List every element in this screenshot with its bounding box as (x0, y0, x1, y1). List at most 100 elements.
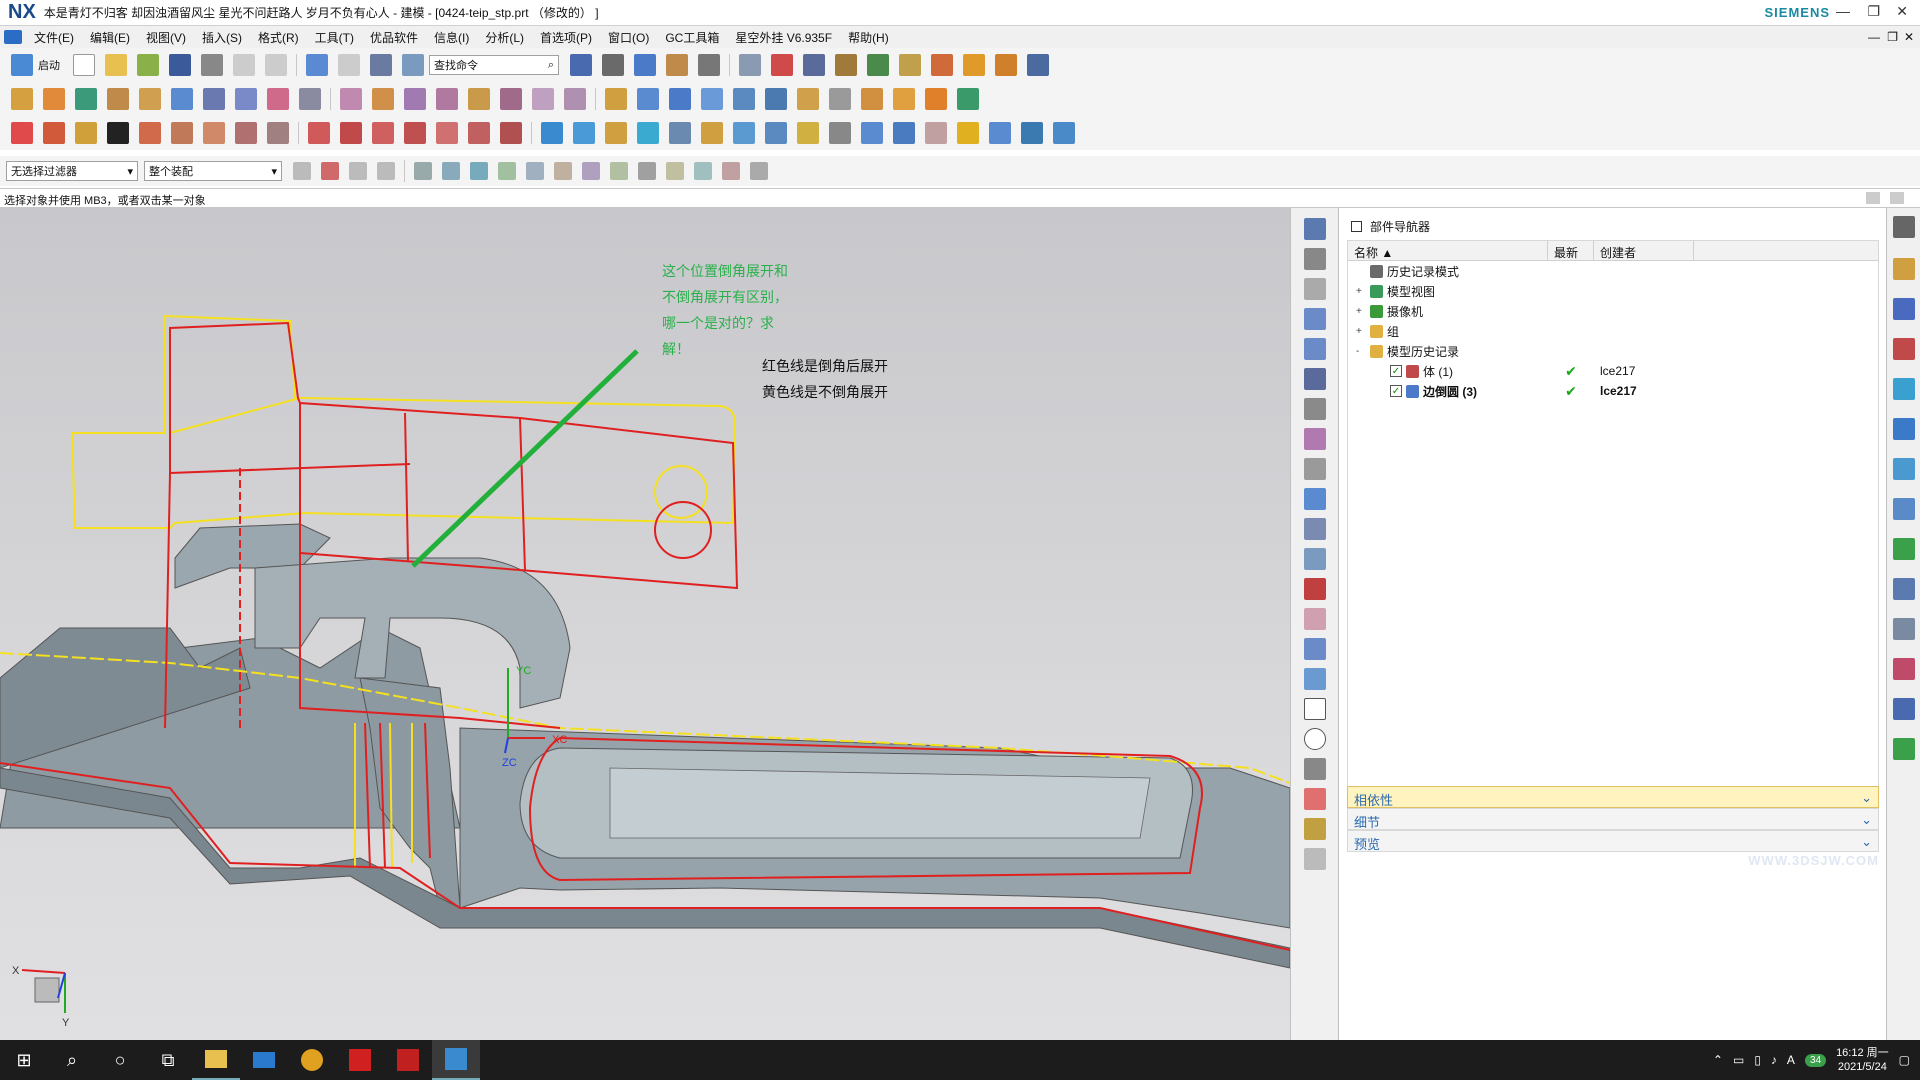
menu-edit[interactable]: 编辑(E) (82, 29, 138, 46)
process-studio-icon[interactable] (1893, 578, 1915, 600)
hd3d-icon[interactable] (1893, 418, 1915, 440)
abs-label-icon[interactable] (765, 122, 787, 144)
menu-analysis[interactable]: 分析(L) (477, 29, 532, 46)
section-view-icon[interactable] (1304, 608, 1326, 630)
autocad-icon[interactable] (384, 1040, 432, 1080)
replace-face-icon[interactable] (893, 88, 915, 110)
face-blend-icon[interactable] (797, 88, 819, 110)
menu-window[interactable]: 窗口(O) (600, 29, 657, 46)
face-select-icon[interactable] (470, 162, 488, 180)
offset-curve-icon[interactable] (203, 122, 225, 144)
measure-body-icon[interactable] (899, 54, 921, 76)
right-view-icon[interactable] (1304, 548, 1326, 570)
render-style-icon[interactable] (602, 54, 624, 76)
erase-icon[interactable] (1304, 848, 1326, 870)
analysis-icon[interactable] (835, 54, 857, 76)
brush-icon[interactable] (1021, 122, 1043, 144)
front-view-icon[interactable] (1304, 518, 1326, 540)
language-indicator[interactable]: A (1787, 1053, 1795, 1067)
shell-icon[interactable] (669, 88, 691, 110)
visibility-checkbox[interactable]: ✓ (1390, 385, 1402, 397)
forward-arrow-icon[interactable] (1304, 338, 1326, 360)
spline-icon[interactable] (139, 122, 161, 144)
windows-start-icon[interactable]: ⊞ (0, 1040, 48, 1080)
curve-length-icon[interactable] (404, 122, 426, 144)
menu-tools[interactable]: 工具(T) (307, 29, 362, 46)
start-icon[interactable] (11, 54, 33, 76)
doc-close-button[interactable]: ✕ (1904, 30, 1914, 44)
select-tool-icon[interactable] (377, 162, 395, 180)
open-folder-icon[interactable] (105, 54, 127, 76)
snap-quadrant-icon[interactable] (638, 162, 656, 180)
menu-gc-toolbox[interactable]: GC工具箱 (657, 29, 727, 46)
edge-blend-icon[interactable] (605, 88, 627, 110)
open-recent-icon[interactable] (137, 54, 159, 76)
measure-distance-icon[interactable] (803, 54, 825, 76)
extract-curve-icon[interactable] (468, 122, 490, 144)
close-button[interactable]: ✕ (1896, 3, 1908, 20)
app-menu-icon[interactable] (4, 30, 22, 44)
doc-minimize-button[interactable]: — (1868, 30, 1880, 44)
teamcenter-icon[interactable] (1893, 738, 1915, 760)
view-select-icon[interactable] (750, 162, 768, 180)
save-icon[interactable] (169, 54, 191, 76)
wireframe-icon[interactable] (1304, 458, 1326, 480)
emboss-icon[interactable] (925, 88, 947, 110)
body-from-surface-icon[interactable] (701, 122, 723, 144)
tree-row[interactable]: + 组 (1348, 321, 1878, 341)
snap-view-icon[interactable] (1304, 818, 1326, 840)
snap-icon[interactable] (771, 54, 793, 76)
snap-center-icon[interactable] (610, 162, 628, 180)
tree-row[interactable]: + 摄像机 (1348, 301, 1878, 321)
tree-row[interactable]: + 模型视图 (1348, 281, 1878, 301)
subtract-icon[interactable] (372, 88, 394, 110)
tree-row[interactable]: - 模型历史记录 (1348, 341, 1878, 361)
restore-button[interactable]: ❐ (1867, 3, 1880, 20)
view-layers-icon[interactable] (1304, 278, 1326, 300)
deselect-icon[interactable] (349, 162, 367, 180)
trim-curve-icon[interactable] (308, 122, 330, 144)
pocket-icon[interactable] (139, 88, 161, 110)
menu-format[interactable]: 格式(R) (250, 29, 307, 46)
volume-icon[interactable]: ♪ (1771, 1053, 1777, 1067)
intersect-curve-icon[interactable] (267, 122, 289, 144)
grid-icon[interactable] (925, 122, 947, 144)
network-icon[interactable]: ▭ (1733, 1053, 1744, 1067)
studio-icon[interactable] (797, 122, 819, 144)
battery-icon[interactable]: ▯ (1754, 1053, 1761, 1067)
panel-dependencies[interactable]: 相依性 ⌄ (1347, 786, 1879, 808)
chamfer-icon[interactable] (637, 88, 659, 110)
book-icon[interactable] (1027, 54, 1049, 76)
point-icon[interactable] (957, 122, 979, 144)
snap-endpoint-icon[interactable] (498, 162, 516, 180)
view-cross-icon[interactable] (1304, 248, 1326, 270)
clip-view-icon[interactable] (1304, 638, 1326, 660)
mirror-icon[interactable] (299, 88, 321, 110)
history-icon[interactable] (1893, 498, 1915, 520)
extrude-icon[interactable] (11, 88, 33, 110)
unite-icon[interactable] (340, 88, 362, 110)
view-fit-all-icon[interactable] (1304, 668, 1326, 690)
helix-icon[interactable] (171, 122, 193, 144)
model-view[interactable]: YC XC ZC X Y (0, 208, 1290, 1040)
column-header-creator[interactable]: 创建者 (1594, 241, 1694, 260)
expand-icon[interactable]: + (1356, 306, 1366, 317)
join-curve-icon[interactable] (436, 122, 458, 144)
menu-plugin[interactable]: 星空外挂 V6.935F (727, 29, 840, 46)
snap-on-face-icon[interactable] (722, 162, 740, 180)
snap-midpoint-icon[interactable] (526, 162, 544, 180)
menu-file[interactable]: 文件(E) (26, 29, 82, 46)
circle-icon[interactable] (75, 122, 97, 144)
menu-preferences[interactable]: 首选项(P) (532, 29, 600, 46)
nx-taskbar-icon[interactable] (432, 1040, 480, 1080)
name-icon[interactable] (989, 122, 1011, 144)
surface-grid-icon[interactable] (669, 122, 691, 144)
redo-icon[interactable] (338, 54, 360, 76)
flange-icon[interactable] (963, 54, 985, 76)
assembly-scope-select[interactable]: 整个装配 ▾ (144, 161, 282, 181)
layer-icon[interactable] (370, 54, 392, 76)
doc-restore-button[interactable]: ❐ (1887, 30, 1898, 44)
boss-icon[interactable] (107, 88, 129, 110)
search-icon[interactable]: ⌕ (48, 1040, 96, 1080)
snap-on-curve-icon[interactable] (694, 162, 712, 180)
